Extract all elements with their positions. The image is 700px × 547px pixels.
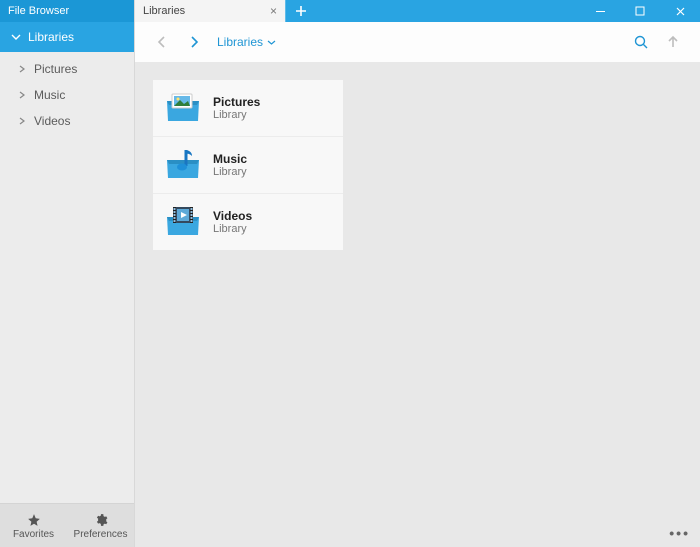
sidebar-active-label: Libraries [28,30,74,44]
app-window: File Browser Libraries Pictures Music [0,0,700,547]
sidebar-item-videos[interactable]: Videos [0,108,134,134]
up-button[interactable] [664,33,682,51]
preferences-label: Preferences [74,529,128,540]
ellipsis-icon: ••• [669,525,690,541]
tile-name: Music [213,152,247,166]
more-menu-button[interactable]: ••• [669,525,690,541]
sidebar-items: Pictures Music Videos [0,52,134,503]
minimize-button[interactable] [580,0,620,22]
chevron-right-icon [16,65,28,73]
plus-icon [295,5,307,17]
tile-text: Pictures Library [213,95,260,121]
close-icon[interactable]: × [270,5,277,17]
breadcrumb[interactable]: Libraries [217,35,276,49]
chevron-right-icon [16,117,28,125]
library-tile-videos[interactable]: Videos Library [153,194,343,250]
main-area: Libraries × [135,0,700,547]
library-tile-music[interactable]: Music Library [153,137,343,194]
back-button[interactable] [153,33,171,51]
search-button[interactable] [632,33,650,51]
forward-button[interactable] [185,33,203,51]
sidebar-bottom-bar: Favorites Preferences [0,503,134,547]
titlebar: Libraries × [135,0,700,22]
tile-list: Pictures Library [153,80,343,250]
tile-text: Videos Library [213,209,252,235]
breadcrumb-label: Libraries [217,35,263,49]
preferences-button[interactable]: Preferences [67,504,134,547]
favorites-label: Favorites [13,529,54,540]
gear-icon [94,512,108,528]
tile-name: Pictures [213,95,260,109]
toolbar-right [632,33,682,51]
toolbar: Libraries [135,22,700,62]
sidebar-active-item[interactable]: Libraries [0,22,134,52]
tile-sub: Library [213,166,247,178]
sidebar-title: File Browser [0,0,134,22]
favorites-button[interactable]: Favorites [0,504,67,547]
chevron-down-icon [267,38,276,47]
sidebar-item-label: Videos [34,114,70,128]
close-window-button[interactable] [660,0,700,22]
tile-text: Music Library [213,152,247,178]
tile-name: Videos [213,209,252,223]
library-tile-pictures[interactable]: Pictures Library [153,80,343,137]
app-title-label: File Browser [8,5,69,17]
tab-active[interactable]: Libraries × [135,0,285,22]
titlebar-spacer[interactable] [315,0,580,22]
new-tab-button[interactable] [285,0,315,22]
maximize-button[interactable] [620,0,660,22]
pictures-library-icon [163,88,203,128]
star-icon [27,512,41,528]
sidebar-item-label: Pictures [34,62,77,76]
chevron-down-icon [10,32,22,42]
sidebar-item-music[interactable]: Music [0,82,134,108]
tile-sub: Library [213,109,260,121]
sidebar-item-pictures[interactable]: Pictures [0,56,134,82]
sidebar: File Browser Libraries Pictures Music [0,0,135,547]
tile-sub: Library [213,223,252,235]
content-area: Pictures Library [135,62,700,547]
videos-library-icon [163,202,203,242]
chevron-right-icon [16,91,28,99]
tab-strip: Libraries × [135,0,315,22]
tab-label: Libraries [143,5,185,17]
sidebar-item-label: Music [34,88,65,102]
music-library-icon [163,145,203,185]
window-controls [580,0,700,22]
